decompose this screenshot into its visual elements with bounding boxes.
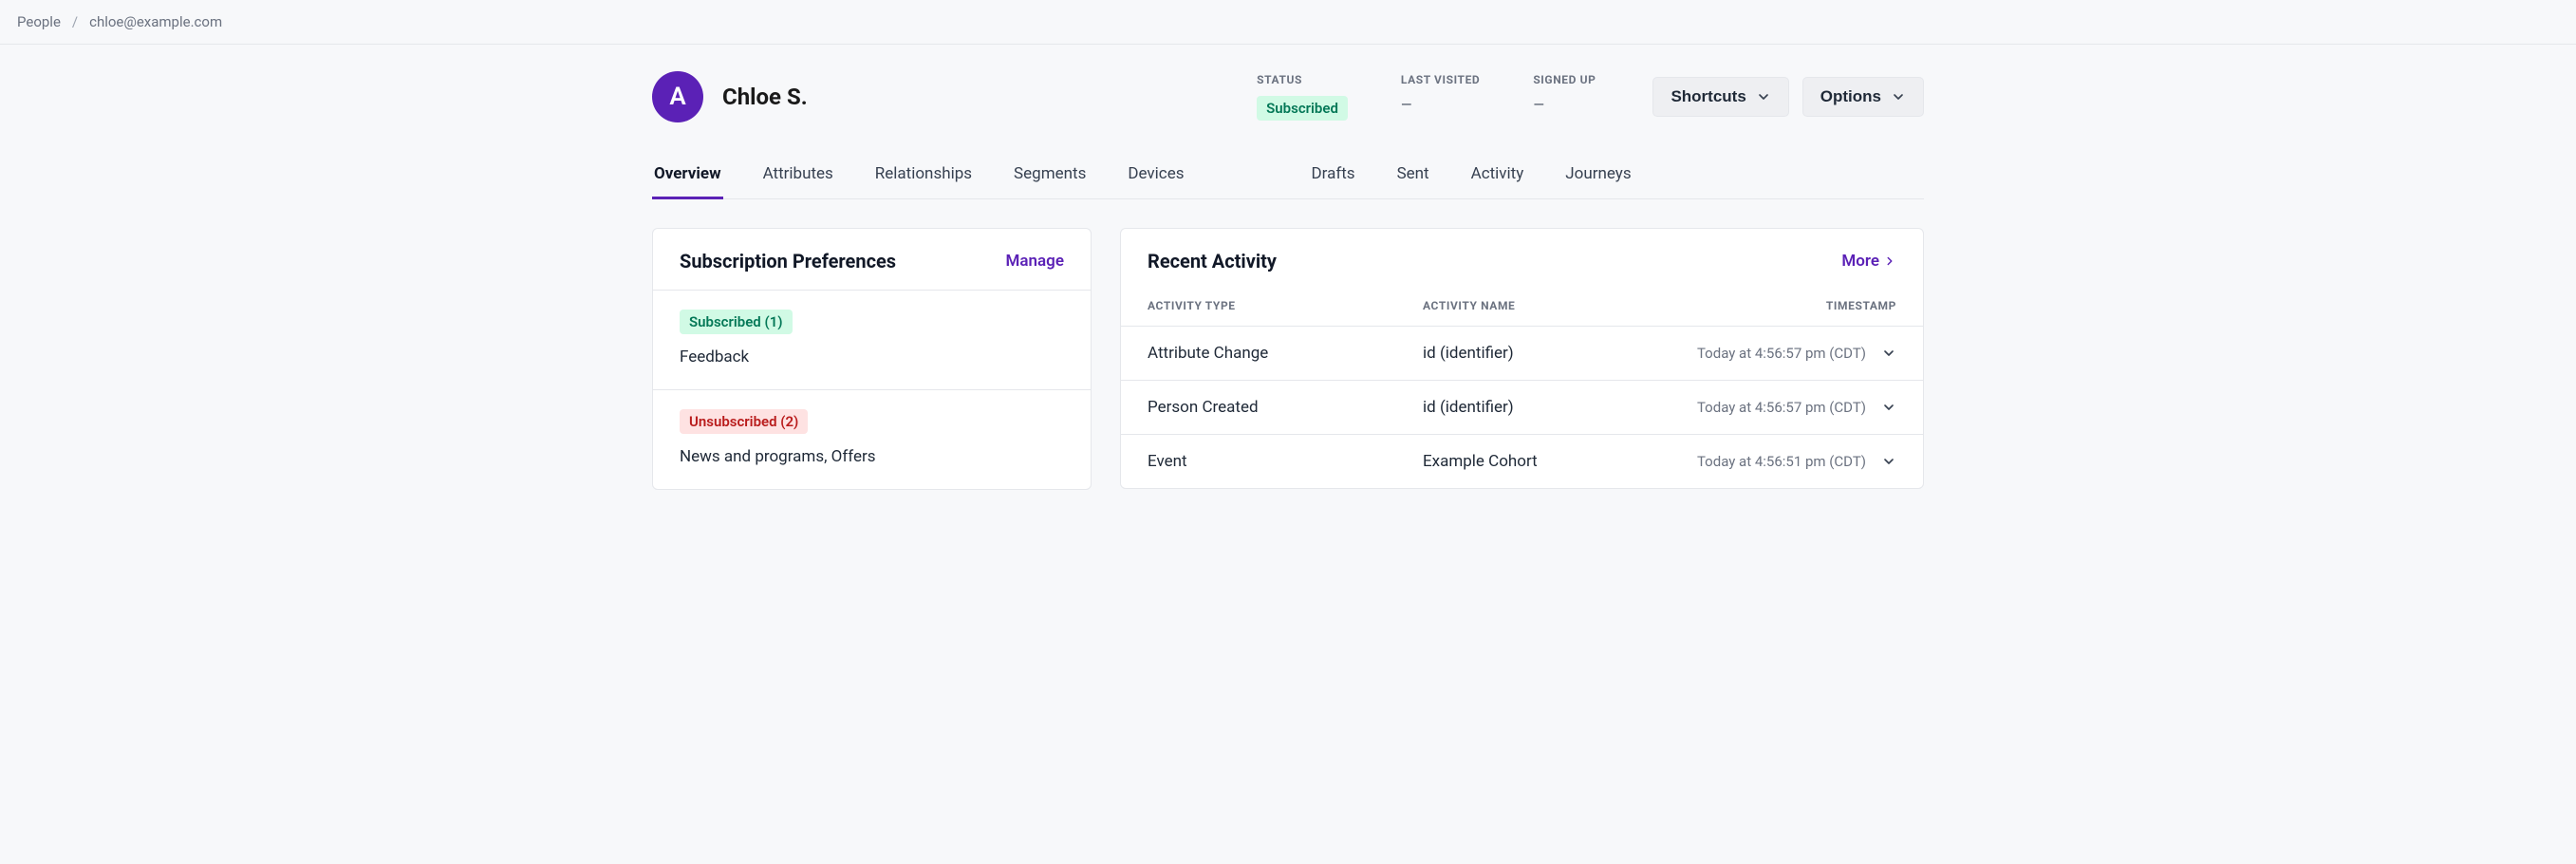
chevron-down-icon <box>1881 454 1896 469</box>
tab-attributes[interactable]: Attributes <box>761 155 835 198</box>
activity-timestamp: Today at 4:56:57 pm (CDT) <box>1697 399 1866 416</box>
unsubscribed-badge: Unsubscribed (2) <box>680 409 808 434</box>
activity-type: Event <box>1148 452 1423 471</box>
breadcrumb-current: chloe@example.com <box>89 13 222 30</box>
activity-row[interactable]: Event Example Cohort Today at 4:56:51 pm… <box>1121 434 1923 488</box>
tab-journeys[interactable]: Journeys <box>1563 155 1633 198</box>
meta-group: STATUS Subscribed LAST VISITED — SIGNED … <box>1257 73 1596 121</box>
shortcuts-button-label: Shortcuts <box>1671 87 1745 106</box>
options-button-label: Options <box>1820 87 1881 106</box>
avatar: A <box>652 71 703 122</box>
activity-column-headers: ACTIVITY TYPE ACTIVITY NAME TIMESTAMP <box>1121 290 1923 326</box>
activity-row[interactable]: Attribute Change id (identifier) Today a… <box>1121 326 1923 380</box>
status-badge: Subscribed <box>1257 96 1348 121</box>
breadcrumb-parent[interactable]: People <box>17 13 61 30</box>
subscribed-badge: Subscribed (1) <box>680 310 793 334</box>
tab-overview[interactable]: Overview <box>652 155 723 198</box>
col-header-name: ACTIVITY NAME <box>1423 299 1688 312</box>
subscribed-list: Feedback <box>680 347 1064 366</box>
activity-name: Example Cohort <box>1423 452 1688 471</box>
options-button[interactable]: Options <box>1802 77 1924 117</box>
meta-signed-up-label: SIGNED UP <box>1533 73 1596 86</box>
manage-link[interactable]: Manage <box>1006 252 1064 271</box>
col-header-type: ACTIVITY TYPE <box>1148 299 1423 312</box>
subscription-title: Subscription Preferences <box>680 250 896 272</box>
breadcrumb: People / chloe@example.com <box>0 0 2576 45</box>
subscription-preferences-card: Subscription Preferences Manage Subscrib… <box>652 228 1092 490</box>
activity-row[interactable]: Person Created id (identifier) Today at … <box>1121 380 1923 434</box>
breadcrumb-separator: / <box>72 13 78 30</box>
tab-drafts[interactable]: Drafts <box>1309 155 1356 198</box>
activity-timestamp: Today at 4:56:57 pm (CDT) <box>1697 345 1866 362</box>
activity-name: id (identifier) <box>1423 398 1688 417</box>
person-name: Chloe S. <box>722 84 808 110</box>
meta-last-visited-label: LAST VISITED <box>1401 73 1480 86</box>
recent-activity-card: Recent Activity More ACTIVITY TYPE ACTIV… <box>1120 228 1924 489</box>
chevron-down-icon <box>1881 400 1896 415</box>
tab-sent[interactable]: Sent <box>1395 155 1431 198</box>
shortcuts-button[interactable]: Shortcuts <box>1652 77 1788 117</box>
unsubscribed-section: Unsubscribed (2) News and programs, Offe… <box>653 389 1091 489</box>
meta-signed-up-value: — <box>1533 96 1596 113</box>
chevron-down-icon <box>1756 89 1771 104</box>
meta-signed-up: SIGNED UP — <box>1533 73 1596 113</box>
tab-devices[interactable]: Devices <box>1126 155 1185 198</box>
more-link[interactable]: More <box>1841 252 1896 271</box>
tab-activity[interactable]: Activity <box>1469 155 1526 198</box>
activity-timestamp: Today at 4:56:51 pm (CDT) <box>1697 453 1866 470</box>
col-header-time: TIMESTAMP <box>1688 299 1896 312</box>
activity-type: Attribute Change <box>1148 344 1423 363</box>
activity-name: id (identifier) <box>1423 344 1688 363</box>
meta-last-visited-value: — <box>1401 96 1480 113</box>
tab-segments[interactable]: Segments <box>1012 155 1088 198</box>
tab-relationships[interactable]: Relationships <box>873 155 974 198</box>
chevron-down-icon <box>1891 89 1906 104</box>
more-link-label: More <box>1841 252 1879 271</box>
activity-type: Person Created <box>1148 398 1423 417</box>
tabs: Overview Attributes Relationships Segmen… <box>652 155 1924 199</box>
person-header: A Chloe S. STATUS Subscribed LAST VISITE… <box>652 45 1924 145</box>
meta-status-label: STATUS <box>1257 73 1348 86</box>
unsubscribed-list: News and programs, Offers <box>680 447 1064 466</box>
chevron-down-icon <box>1881 346 1896 361</box>
subscribed-section: Subscribed (1) Feedback <box>653 290 1091 389</box>
meta-last-visited: LAST VISITED — <box>1401 73 1480 113</box>
meta-status: STATUS Subscribed <box>1257 73 1348 121</box>
chevron-right-icon <box>1883 254 1896 268</box>
activity-title: Recent Activity <box>1148 250 1277 272</box>
